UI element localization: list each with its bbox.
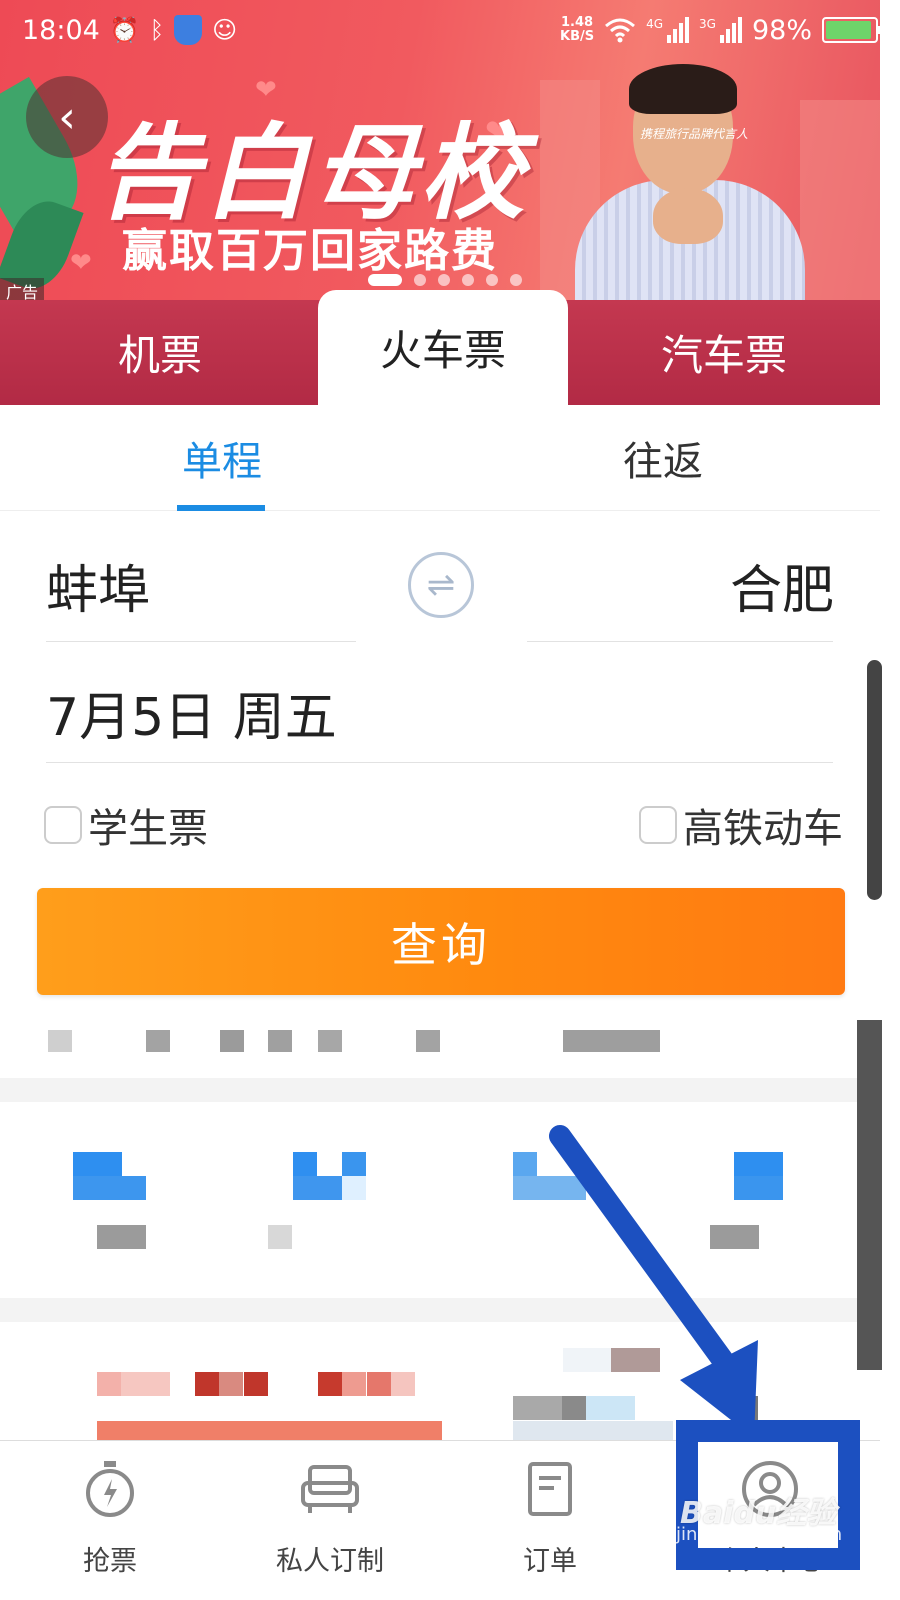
tab-bus[interactable]: 汽车票 bbox=[568, 300, 880, 405]
active-tab-indicator bbox=[177, 505, 265, 511]
carousel-dot[interactable] bbox=[510, 274, 522, 286]
carousel-indicator bbox=[368, 274, 522, 286]
nav-label: 抢票 bbox=[83, 1546, 137, 1577]
carousel-dot[interactable] bbox=[414, 274, 426, 286]
nav-custom[interactable]: 私人订制 bbox=[220, 1441, 440, 1600]
heart-decoration: ❤ bbox=[70, 248, 92, 278]
network-speed: 1.48 KB/S bbox=[560, 15, 595, 44]
signal-3g-icon: 3G bbox=[699, 17, 742, 43]
nav-orders[interactable]: 订单 bbox=[440, 1441, 660, 1600]
alarm-icon: ⏰ bbox=[109, 16, 140, 44]
departure-city[interactable]: 蚌埠 bbox=[46, 548, 150, 623]
student-ticket-label: 学生票 bbox=[88, 806, 208, 852]
nav-label: 私人订制 bbox=[276, 1546, 384, 1577]
carousel-dot[interactable] bbox=[462, 274, 474, 286]
swap-cities-button[interactable]: ⇌ bbox=[408, 552, 474, 618]
carousel-dot[interactable] bbox=[438, 274, 450, 286]
checkbox-box[interactable] bbox=[639, 806, 677, 844]
signal-4g-icon: 4G bbox=[646, 17, 690, 43]
back-button[interactable]: ‹ bbox=[26, 76, 108, 158]
student-ticket-checkbox[interactable]: 学生票 bbox=[44, 796, 208, 854]
endorser-caption: 携程旅行品牌代言人 bbox=[640, 127, 749, 141]
sofa-icon bbox=[298, 1457, 362, 1521]
watermark-url: jingyan.baidu.com bbox=[676, 1524, 843, 1545]
high-speed-checkbox[interactable]: 高铁动车 bbox=[639, 796, 843, 854]
carousel-dot[interactable] bbox=[368, 274, 402, 286]
checkbox-box[interactable] bbox=[44, 806, 82, 844]
scrollbar-thumb[interactable] bbox=[867, 660, 882, 900]
shield-icon bbox=[174, 15, 203, 45]
side-panel-edge bbox=[857, 1020, 882, 1370]
status-bar: 18:04 ⏰ ᛒ ☺ 1.48 KB/S 4G 3G 98% bbox=[0, 0, 900, 60]
document-icon bbox=[518, 1457, 582, 1521]
divider bbox=[46, 641, 356, 642]
stopwatch-icon bbox=[78, 1457, 142, 1521]
wifi-icon bbox=[604, 17, 636, 43]
search-button[interactable]: 查询 bbox=[37, 888, 845, 995]
trip-type-tabs: 单程 往返 bbox=[0, 405, 880, 511]
clock-time: 18:04 bbox=[22, 14, 100, 46]
battery-percent: 98% bbox=[751, 14, 812, 46]
carousel-dot[interactable] bbox=[486, 274, 498, 286]
annotation-arrow-icon bbox=[549, 1125, 758, 1438]
high-speed-label: 高铁动车 bbox=[683, 806, 843, 852]
divider bbox=[46, 762, 833, 763]
departure-date[interactable]: 7月5日 周五 bbox=[46, 675, 337, 750]
nav-grab-ticket[interactable]: 抢票 bbox=[0, 1441, 220, 1600]
battery-icon bbox=[822, 17, 882, 43]
tab-one-way[interactable]: 单程 bbox=[182, 429, 262, 487]
tab-train[interactable]: 火车票 bbox=[318, 290, 568, 405]
chevron-left-icon: ‹ bbox=[58, 91, 76, 143]
banner-subline: 赢取百万回家路费 bbox=[122, 224, 499, 277]
tab-round-trip[interactable]: 往返 bbox=[623, 429, 703, 487]
divider bbox=[527, 641, 833, 642]
transport-mode-tabs: 机票 火车票 汽车票 bbox=[0, 290, 880, 405]
arrival-city[interactable]: 合肥 bbox=[730, 548, 834, 623]
tab-flight[interactable]: 机票 bbox=[0, 300, 320, 405]
ad-badge: 广告 bbox=[0, 278, 45, 300]
endorser-photo bbox=[575, 60, 820, 300]
nav-label: 订单 bbox=[523, 1546, 577, 1577]
section-divider bbox=[0, 1078, 858, 1102]
qq-icon: ☺ bbox=[212, 16, 238, 44]
swap-icon: ⇌ bbox=[426, 565, 456, 605]
bluetooth-icon: ᛒ bbox=[149, 16, 165, 44]
